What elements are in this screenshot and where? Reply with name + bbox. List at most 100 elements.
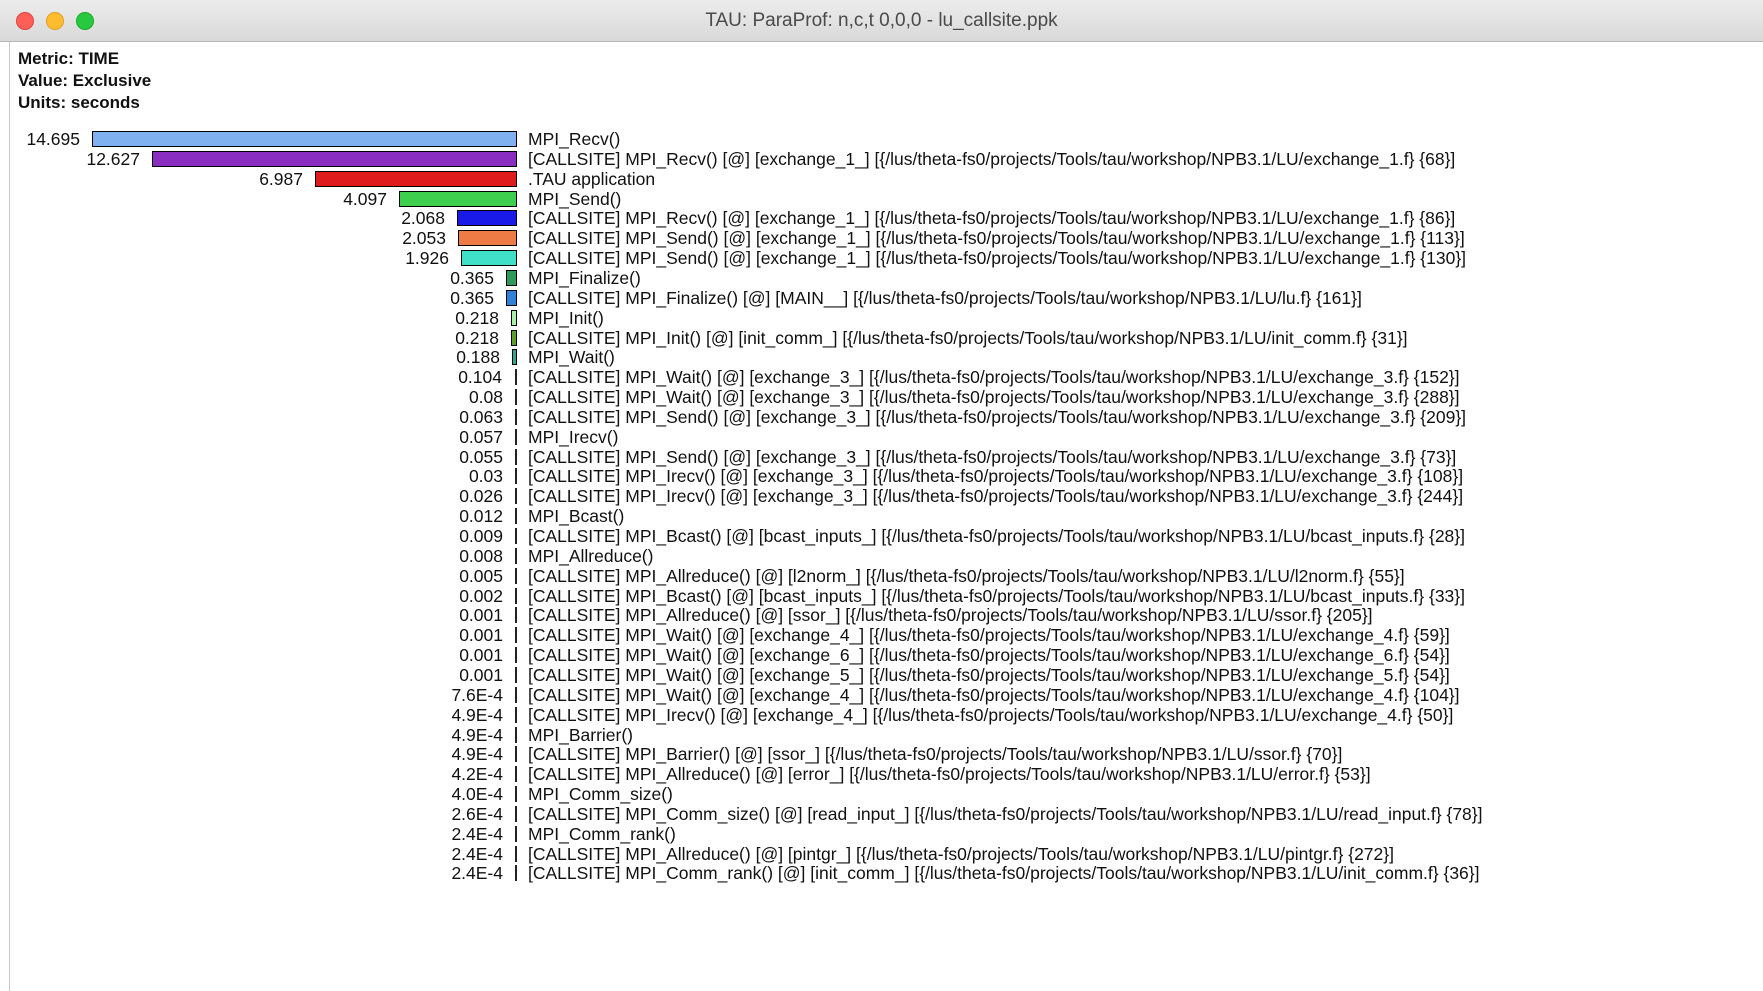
value-bar[interactable] — [515, 845, 517, 862]
function-row[interactable]: 0.012 MPI_Bcast() — [10, 505, 1755, 527]
value-bar[interactable] — [515, 547, 517, 564]
function-row[interactable]: 7.6E-4 [CALLSITE] MPI_Wait() [@] [exchang… — [10, 684, 1755, 706]
function-label[interactable]: .TAU application — [528, 168, 655, 190]
function-row[interactable]: 4.9E-4 [CALLSITE] MPI_Barrier() [@] [ssor… — [10, 743, 1755, 765]
function-row[interactable]: 0.002 [CALLSITE] MPI_Bcast() [@] [bcast_i… — [10, 585, 1755, 607]
function-label[interactable]: [CALLSITE] MPI_Allreduce() [@] [error_] … — [528, 763, 1371, 785]
value-bar[interactable] — [515, 369, 517, 386]
value-bar[interactable] — [515, 468, 517, 485]
function-label[interactable]: [CALLSITE] MPI_Wait() [@] [exchange_6_] … — [528, 644, 1450, 666]
function-label[interactable]: [CALLSITE] MPI_Finalize() [@] [MAIN__] [… — [528, 287, 1362, 309]
value-bar[interactable] — [457, 210, 517, 227]
function-label[interactable]: MPI_Allreduce() — [528, 545, 653, 567]
value-bar[interactable] — [315, 170, 517, 187]
function-label[interactable]: [CALLSITE] MPI_Allreduce() [@] [l2norm_]… — [528, 565, 1405, 587]
function-label[interactable]: MPI_Irecv() — [528, 426, 618, 448]
value-bar[interactable] — [515, 666, 517, 683]
function-row[interactable]: 0.104 [CALLSITE] MPI_Wait() [@] [exchange… — [10, 366, 1755, 388]
function-label[interactable]: [CALLSITE] MPI_Allreduce() [@] [ssor_] [… — [528, 604, 1373, 626]
function-row[interactable]: 6.987 .TAU application — [10, 168, 1755, 190]
function-row[interactable]: 2.4E-4 [CALLSITE] MPI_Comm_rank() [@] [in… — [10, 862, 1755, 884]
function-row[interactable]: 0.057 MPI_Irecv() — [10, 426, 1755, 448]
function-label[interactable]: [CALLSITE] MPI_Recv() [@] [exchange_1_] … — [528, 207, 1455, 229]
function-label[interactable]: [CALLSITE] MPI_Bcast() [@] [bcast_inputs… — [528, 585, 1465, 607]
function-row[interactable]: 1.926 [CALLSITE] MPI_Send() [@] [exchange… — [10, 247, 1755, 269]
function-label[interactable]: [CALLSITE] MPI_Send() [@] [exchange_1_] … — [528, 247, 1466, 269]
value-bar[interactable] — [515, 567, 517, 584]
function-row[interactable]: 4.9E-4 [CALLSITE] MPI_Irecv() [@] [exchan… — [10, 704, 1755, 726]
value-bar[interactable] — [515, 587, 517, 604]
function-row[interactable]: 14.695 MPI_Recv() — [10, 128, 1755, 150]
function-row[interactable]: 2.6E-4 [CALLSITE] MPI_Comm_size() [@] [re… — [10, 803, 1755, 825]
function-label[interactable]: MPI_Recv() — [528, 128, 620, 150]
function-row[interactable]: 0.08 [CALLSITE] MPI_Wait() [@] [exchange_… — [10, 386, 1755, 408]
value-bar[interactable] — [92, 131, 517, 147]
value-bar[interactable] — [512, 349, 517, 366]
value-bar[interactable] — [511, 309, 517, 326]
function-label[interactable]: MPI_Wait() — [528, 346, 615, 368]
function-row[interactable]: 0.365 MPI_Finalize() — [10, 267, 1755, 289]
value-bar[interactable] — [515, 408, 517, 425]
function-label[interactable]: MPI_Finalize() — [528, 267, 641, 289]
value-bar[interactable] — [515, 607, 517, 624]
function-label[interactable]: [CALLSITE] MPI_Init() [@] [init_comm_] [… — [528, 327, 1408, 349]
function-label[interactable]: [CALLSITE] MPI_Wait() [@] [exchange_4_] … — [528, 624, 1450, 646]
value-bar[interactable] — [515, 428, 517, 445]
function-label[interactable]: [CALLSITE] MPI_Irecv() [@] [exchange_3_]… — [528, 485, 1463, 507]
function-label[interactable]: [CALLSITE] MPI_Bcast() [@] [bcast_inputs… — [528, 525, 1465, 547]
function-label[interactable]: [CALLSITE] MPI_Comm_rank() [@] [init_com… — [528, 862, 1480, 884]
value-bar[interactable] — [515, 825, 517, 842]
value-bar[interactable] — [515, 686, 517, 703]
function-label[interactable]: [CALLSITE] MPI_Allreduce() [@] [pintgr_]… — [528, 843, 1394, 865]
function-label[interactable]: [CALLSITE] MPI_Comm_size() [@] [read_inp… — [528, 803, 1483, 825]
function-row[interactable]: 4.0E-4 MPI_Comm_size() — [10, 783, 1755, 805]
function-label[interactable]: MPI_Init() — [528, 307, 604, 329]
function-row[interactable]: 2.4E-4 [CALLSITE] MPI_Allreduce() [@] [pi… — [10, 843, 1755, 865]
value-bar[interactable] — [152, 150, 517, 167]
function-label[interactable]: MPI_Send() — [528, 188, 621, 210]
value-bar[interactable] — [515, 746, 517, 763]
function-label[interactable]: [CALLSITE] MPI_Irecv() [@] [exchange_3_]… — [528, 465, 1463, 487]
value-bar[interactable] — [515, 647, 517, 664]
function-row[interactable]: 2.068 [CALLSITE] MPI_Recv() [@] [exchange… — [10, 207, 1755, 229]
function-row[interactable]: 0.063 [CALLSITE] MPI_Send() [@] [exchange… — [10, 406, 1755, 428]
function-label[interactable]: MPI_Comm_rank() — [528, 823, 676, 845]
value-bar[interactable] — [515, 528, 517, 544]
function-row[interactable]: 0.055 [CALLSITE] MPI_Send() [@] [exchange… — [10, 446, 1755, 468]
value-bar[interactable] — [506, 269, 517, 286]
value-bar[interactable] — [515, 726, 517, 743]
function-label[interactable]: [CALLSITE] MPI_Wait() [@] [exchange_4_] … — [528, 684, 1460, 706]
value-bar[interactable] — [515, 865, 517, 882]
value-bar[interactable] — [515, 766, 517, 783]
function-label[interactable]: [CALLSITE] MPI_Barrier() [@] [ssor_] [{/… — [528, 743, 1342, 765]
value-bar[interactable] — [515, 706, 517, 723]
function-row[interactable]: 0.001 [CALLSITE] MPI_Wait() [@] [exchange… — [10, 644, 1755, 666]
function-row[interactable]: 0.001 [CALLSITE] MPI_Allreduce() [@] [sso… — [10, 604, 1755, 626]
function-row[interactable]: 4.097 MPI_Send() — [10, 188, 1755, 210]
function-label[interactable]: MPI_Barrier() — [528, 724, 633, 746]
value-bar[interactable] — [515, 488, 517, 505]
function-label[interactable]: [CALLSITE] MPI_Wait() [@] [exchange_3_] … — [528, 366, 1460, 388]
function-label[interactable]: [CALLSITE] MPI_Send() [@] [exchange_1_] … — [528, 227, 1465, 249]
value-bar[interactable] — [515, 508, 517, 525]
value-bar[interactable] — [461, 250, 517, 267]
function-label[interactable]: [CALLSITE] MPI_Wait() [@] [exchange_3_] … — [528, 386, 1460, 408]
value-bar[interactable] — [515, 448, 517, 465]
function-row[interactable]: 0.365 [CALLSITE] MPI_Finalize() [@] [MAIN… — [10, 287, 1755, 309]
function-row[interactable]: 0.001 [CALLSITE] MPI_Wait() [@] [exchange… — [10, 664, 1755, 686]
function-row[interactable]: 0.188 MPI_Wait() — [10, 346, 1755, 368]
value-bar[interactable] — [515, 805, 517, 822]
value-bar[interactable] — [506, 289, 517, 306]
function-row[interactable]: 0.008 MPI_Allreduce() — [10, 545, 1755, 567]
value-bar[interactable] — [515, 627, 517, 644]
function-label[interactable]: [CALLSITE] MPI_Irecv() [@] [exchange_4_]… — [528, 704, 1453, 726]
value-bar[interactable] — [458, 230, 517, 247]
function-row[interactable]: 0.218 [CALLSITE] MPI_Init() [@] [init_com… — [10, 327, 1755, 349]
function-label[interactable]: MPI_Comm_size() — [528, 783, 673, 805]
function-label[interactable]: [CALLSITE] MPI_Send() [@] [exchange_3_] … — [528, 446, 1456, 468]
function-row[interactable]: 0.026 [CALLSITE] MPI_Irecv() [@] [exchang… — [10, 485, 1755, 507]
function-row[interactable]: 0.005 [CALLSITE] MPI_Allreduce() [@] [l2n… — [10, 565, 1755, 587]
function-row[interactable]: 0.009 [CALLSITE] MPI_Bcast() [@] [bcast_i… — [10, 525, 1755, 547]
function-row[interactable]: 2.4E-4 MPI_Comm_rank() — [10, 823, 1755, 845]
value-bar[interactable] — [511, 329, 517, 346]
